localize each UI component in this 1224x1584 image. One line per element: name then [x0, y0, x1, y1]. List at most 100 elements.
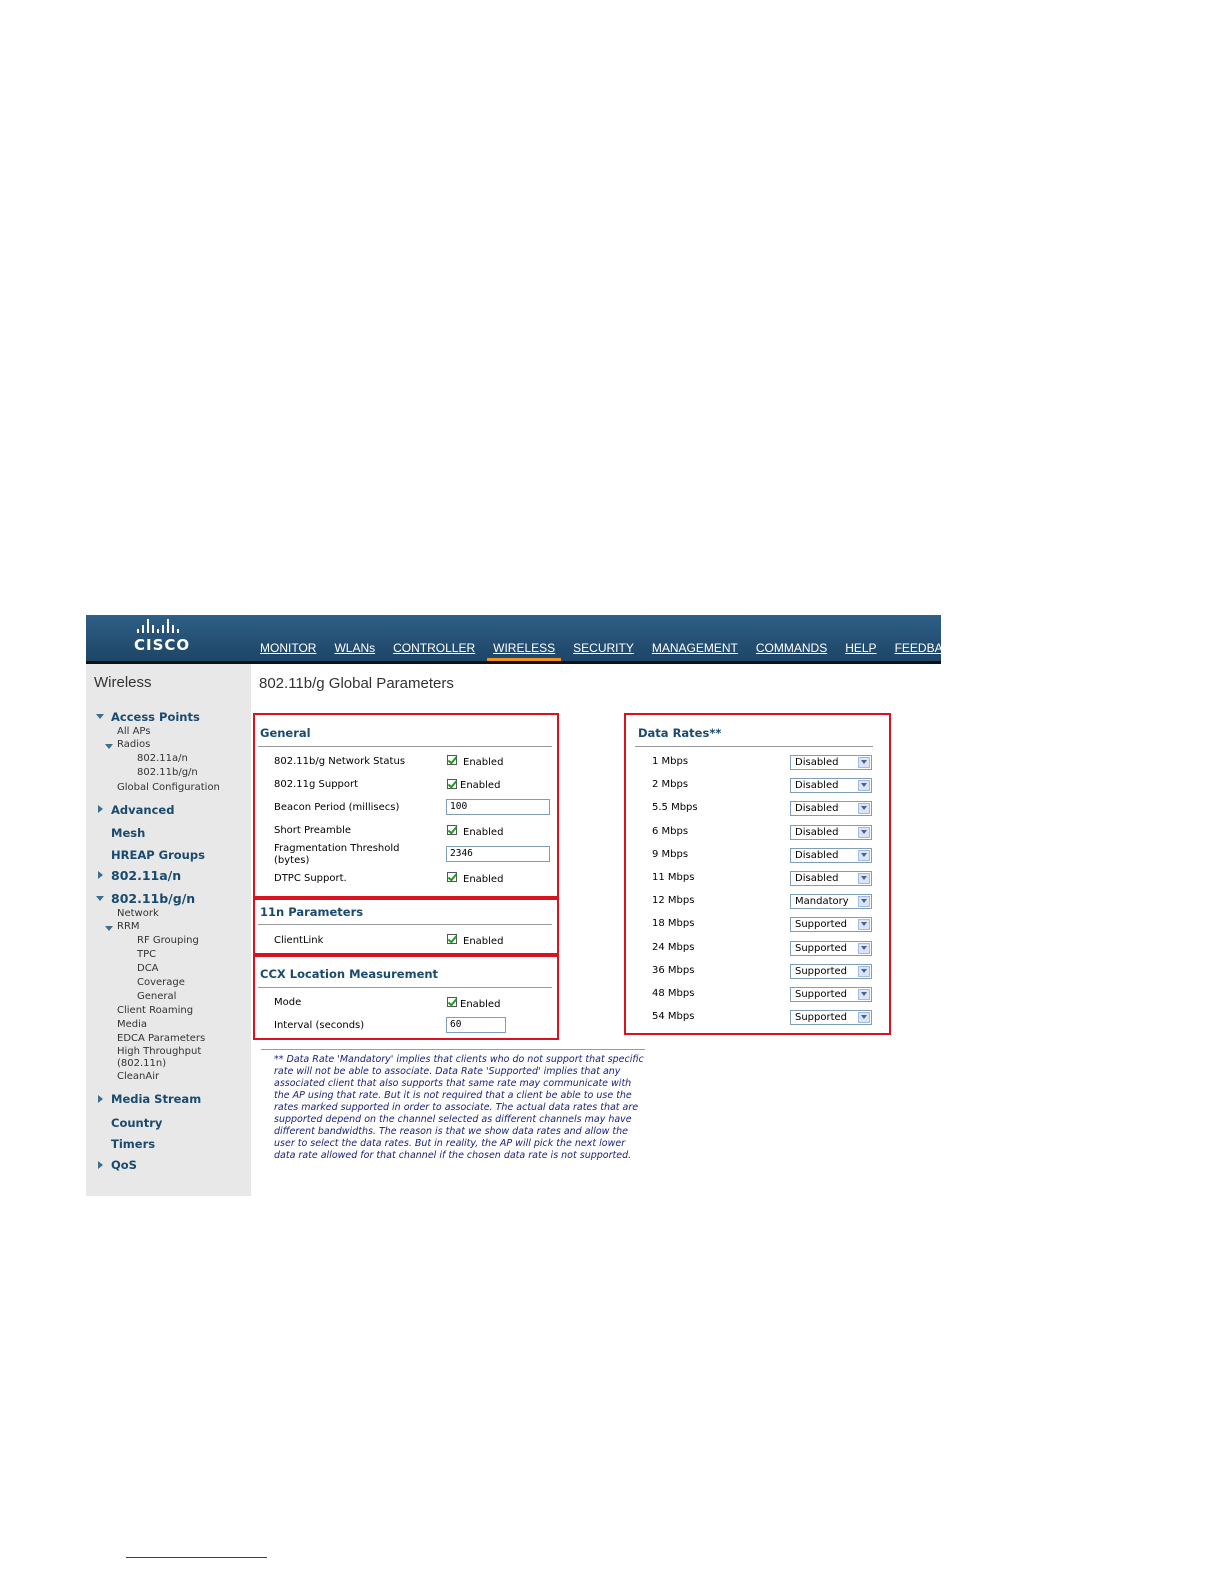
- collapsed-arrow-icon[interactable]: [98, 1095, 103, 1103]
- sidebar-item-high-throughput-sub[interactable]: (802.11n): [117, 1058, 166, 1069]
- short-preamble-enabled-label: Enabled: [463, 827, 504, 838]
- sidebar-item-media[interactable]: Media: [117, 1019, 147, 1030]
- sidebar-item-rrm[interactable]: RRM: [117, 921, 140, 932]
- dropdown-arrow-icon[interactable]: [858, 1012, 870, 1024]
- sidebar-item-all-aps[interactable]: All APs: [117, 726, 150, 737]
- sidebar-item-radio-bg[interactable]: 802.11b/g/n: [137, 767, 198, 778]
- data-rate-select[interactable]: Supported: [790, 1010, 872, 1026]
- sidebar-item-rf-grouping[interactable]: RF Grouping: [137, 935, 199, 946]
- divider: [258, 924, 552, 925]
- n11-section-title: 11n Parameters: [260, 905, 364, 919]
- divider: [258, 987, 552, 988]
- nav-commands[interactable]: COMMANDS: [750, 640, 833, 661]
- sidebar-item-access-points[interactable]: Access Points: [111, 710, 200, 724]
- data-rate-select[interactable]: Supported: [790, 917, 872, 933]
- dropdown-arrow-icon[interactable]: [858, 942, 870, 954]
- data-rate-label: 6 Mbps: [652, 825, 689, 837]
- mode-checkbox[interactable]: [447, 997, 457, 1007]
- nav-security[interactable]: SECURITY: [567, 640, 640, 661]
- clientlink-checkbox[interactable]: [447, 934, 457, 944]
- dropdown-arrow-icon[interactable]: [858, 826, 870, 838]
- data-rate-select[interactable]: Disabled: [790, 847, 872, 863]
- fragmentation-threshold-label: Fragmentation Threshold: [274, 843, 400, 854]
- nav-wireless[interactable]: WIRELESS: [487, 640, 562, 661]
- data-rate-select[interactable]: Supported: [790, 987, 872, 1002]
- dropdown-arrow-icon[interactable]: [858, 896, 870, 908]
- sidebar-item-country[interactable]: Country: [111, 1116, 162, 1130]
- dropdown-arrow-icon[interactable]: [858, 919, 870, 931]
- dtpc-support-checkbox[interactable]: [447, 872, 457, 882]
- data-rate-select-value: Supported: [795, 942, 848, 954]
- sidebar-item-tpc[interactable]: TPC: [137, 949, 156, 960]
- sidebar-item-mesh[interactable]: Mesh: [111, 826, 145, 840]
- data-rate-select[interactable]: Disabled: [790, 871, 872, 886]
- sidebar-title: Wireless: [94, 674, 152, 691]
- sidebar-item-802-11an[interactable]: 802.11a/n: [111, 868, 181, 883]
- sidebar-item-cleanair[interactable]: CleanAir: [117, 1071, 159, 1082]
- sidebar-item-coverage[interactable]: Coverage: [137, 977, 185, 988]
- data-rate-select[interactable]: Disabled: [790, 824, 872, 840]
- collapsed-arrow-icon[interactable]: [98, 1161, 103, 1169]
- data-rate-select-value: Mandatory: [795, 896, 849, 908]
- expanded-arrow-icon[interactable]: [96, 896, 104, 901]
- sidebar-item-hreap-groups[interactable]: HREAP Groups: [111, 848, 205, 862]
- interval-input[interactable]: 60: [446, 1017, 506, 1033]
- data-rate-label: 1 Mbps: [652, 756, 689, 767]
- collapsed-arrow-icon[interactable]: [98, 805, 103, 813]
- nav-wlans[interactable]: WLANs: [328, 640, 381, 661]
- collapsed-arrow-icon[interactable]: [98, 871, 103, 879]
- nav-controller[interactable]: CONTROLLER: [387, 640, 481, 661]
- data-rate-select[interactable]: Supported: [790, 940, 872, 956]
- sidebar-item-qos[interactable]: QoS: [111, 1158, 137, 1172]
- page-title: 802.11b/g Global Parameters: [259, 675, 454, 692]
- data-rate-label: 54 Mbps: [652, 1011, 695, 1023]
- nav-help[interactable]: HELP: [839, 640, 882, 661]
- data-rate-select[interactable]: Disabled: [790, 778, 872, 794]
- sidebar-item-high-throughput[interactable]: High Throughput: [117, 1046, 201, 1057]
- sidebar-item-edca-parameters[interactable]: EDCA Parameters: [117, 1033, 205, 1044]
- dropdown-arrow-icon[interactable]: [858, 780, 870, 792]
- sidebar-item-radios[interactable]: Radios: [117, 739, 150, 750]
- data-rate-select[interactable]: Mandatory: [790, 894, 872, 910]
- g-support-checkbox[interactable]: [447, 779, 457, 789]
- sidebar-item-dca[interactable]: DCA: [137, 963, 159, 974]
- short-preamble-checkbox[interactable]: [447, 825, 457, 835]
- sidebar-item-media-stream[interactable]: Media Stream: [111, 1092, 201, 1106]
- data-rate-select-value: Supported: [795, 989, 848, 1000]
- nav-feedback[interactable]: FEEDBACK: [889, 640, 966, 661]
- sidebar-item-802-11bgn[interactable]: 802.11b/g/n: [111, 891, 195, 906]
- interval-label: Interval (seconds): [274, 1020, 365, 1031]
- dropdown-arrow-icon[interactable]: [858, 873, 870, 884]
- nav-monitor[interactable]: MONITOR: [254, 640, 322, 661]
- data-rate-select[interactable]: Disabled: [790, 801, 872, 817]
- data-rate-select[interactable]: Supported: [790, 963, 872, 979]
- expanded-arrow-icon[interactable]: [96, 714, 104, 719]
- fragmentation-threshold-input[interactable]: 2346: [446, 846, 550, 862]
- expanded-arrow-icon[interactable]: [105, 744, 113, 749]
- fragmentation-threshold-unit: (bytes): [274, 855, 310, 866]
- data-rate-select[interactable]: Disabled: [790, 755, 872, 770]
- sidebar-item-advanced[interactable]: Advanced: [111, 803, 174, 817]
- general-section-title: General: [260, 726, 311, 740]
- nav-management[interactable]: MANAGEMENT: [646, 640, 744, 661]
- sidebar-item-client-roaming[interactable]: Client Roaming: [117, 1005, 193, 1016]
- dropdown-arrow-icon[interactable]: [858, 757, 870, 768]
- sidebar-item-radio-a[interactable]: 802.11a/n: [137, 753, 188, 764]
- mode-label: Mode: [274, 997, 302, 1008]
- expanded-arrow-icon[interactable]: [105, 926, 113, 931]
- data-rate-select-value: Supported: [795, 965, 848, 977]
- g-support-label: 802.11g Support: [274, 779, 359, 790]
- controller-screenshot: CISCO MONITOR WLANs CONTROLLER WIRELESS …: [86, 615, 959, 1196]
- dropdown-arrow-icon[interactable]: [858, 849, 870, 861]
- dropdown-arrow-icon[interactable]: [858, 989, 870, 1000]
- dropdown-arrow-icon[interactable]: [858, 965, 870, 977]
- network-status-checkbox[interactable]: [447, 755, 457, 765]
- sidebar-item-global-configuration[interactable]: Global Configuration: [117, 782, 220, 793]
- cisco-wordmark: CISCO: [134, 636, 191, 654]
- sidebar-item-general[interactable]: General: [137, 991, 176, 1002]
- beacon-period-input[interactable]: 100: [446, 799, 550, 815]
- dropdown-arrow-icon[interactable]: [858, 803, 870, 815]
- sidebar-item-network[interactable]: Network: [117, 908, 159, 919]
- data-rate-select-value: Disabled: [795, 849, 839, 861]
- sidebar-item-timers[interactable]: Timers: [111, 1137, 155, 1151]
